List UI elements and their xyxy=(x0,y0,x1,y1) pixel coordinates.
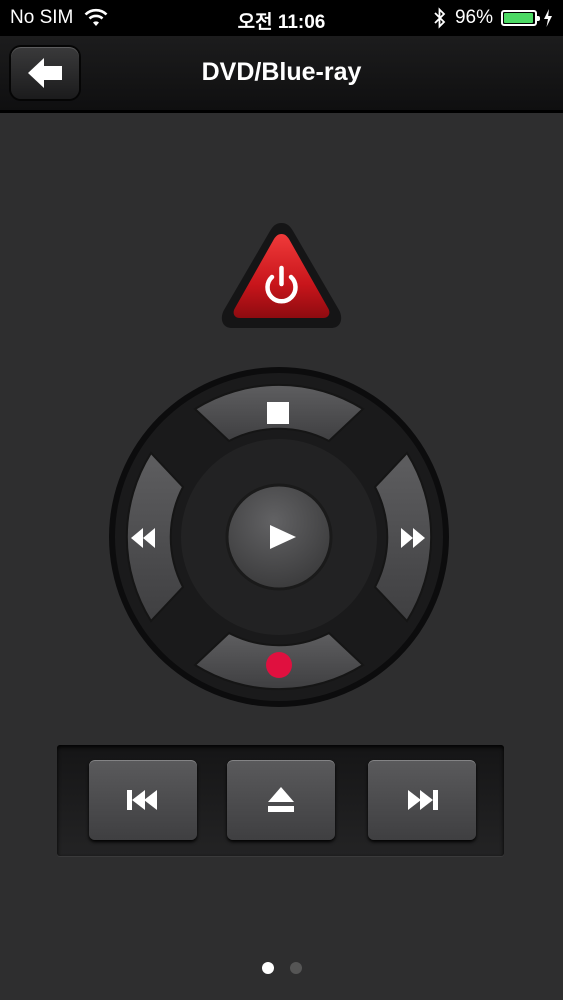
battery-percent: 96% xyxy=(454,7,493,28)
record-icon xyxy=(266,652,292,678)
nav-bar: DVD/Blue-ray xyxy=(0,36,563,113)
page-dot[interactable] xyxy=(289,962,302,974)
battery-icon xyxy=(501,10,540,26)
battery-level xyxy=(504,13,533,23)
transport-controls xyxy=(57,745,504,856)
battery-cap xyxy=(537,16,540,21)
page-indicator xyxy=(0,962,563,974)
eject-button[interactable] xyxy=(227,760,335,840)
charging-icon xyxy=(544,9,552,27)
skip-previous-icon xyxy=(127,790,157,810)
dpad-svg xyxy=(109,367,449,707)
power-button-area xyxy=(218,220,345,332)
stop-icon xyxy=(267,402,289,424)
eject-icon xyxy=(268,787,294,812)
skip-previous-button[interactable] xyxy=(89,760,197,840)
page-title: DVD/Blue-ray xyxy=(201,58,362,86)
power-button[interactable] xyxy=(218,220,345,332)
skip-next-button[interactable] xyxy=(368,760,476,840)
dpad xyxy=(107,365,451,709)
skip-next-icon xyxy=(408,790,438,810)
status-right: 96% xyxy=(433,7,553,29)
status-bar: No SIM 오전 11:06 96% xyxy=(0,0,563,36)
bluetooth-icon xyxy=(434,7,446,29)
page-dot[interactable] xyxy=(261,962,274,974)
